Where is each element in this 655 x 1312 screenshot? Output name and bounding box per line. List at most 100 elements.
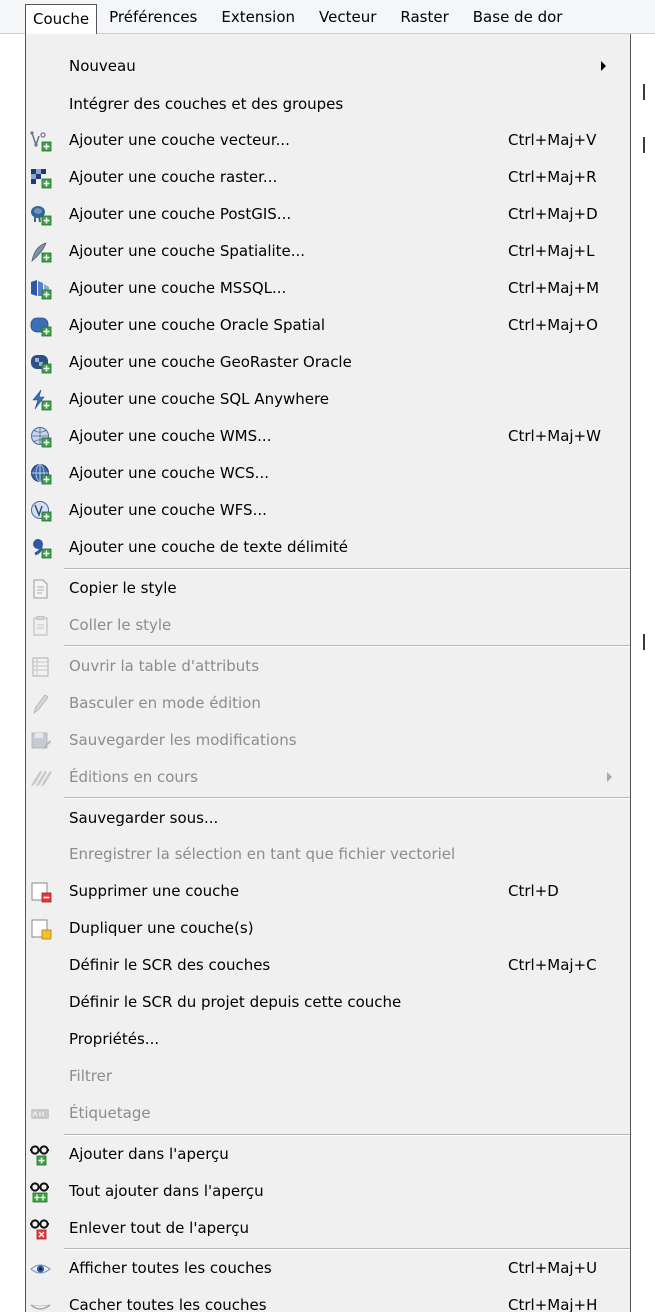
vector-layer-icon xyxy=(30,131,52,152)
georaster-oracle-icon xyxy=(31,355,52,374)
menu-item-label: Ajouter une couche WFS... xyxy=(69,501,267,519)
menu-item-hide-all-layers[interactable]: Cacher toutes les couches Ctrl+Maj+H xyxy=(26,1287,630,1312)
menu-item-add-spatialite[interactable]: Ajouter une couche Spatialite... Ctrl+Ma… xyxy=(26,233,630,270)
menu-item-label: Ajouter une couche PostGIS... xyxy=(69,205,292,223)
menu-item-add-sqlanywhere[interactable]: Ajouter une couche SQL Anywhere xyxy=(26,381,630,418)
menu-item-label: Ajouter une couche GeoRaster Oracle xyxy=(69,353,352,371)
menu-item-add-to-overview[interactable]: Ajouter dans l'aperçu xyxy=(26,1136,630,1173)
menu-item-add-mssql[interactable]: Ajouter une couche MSSQL... Ctrl+Maj+M xyxy=(26,270,630,307)
shortcut-label: Ctrl+Maj+D xyxy=(508,205,598,223)
menu-item-properties[interactable]: Propriétés... xyxy=(26,1021,630,1058)
menu-item-integrer[interactable]: Intégrer des couches et des groupes xyxy=(26,86,630,123)
menu-item-label: Ouvrir la table d'attributs xyxy=(69,657,260,675)
menu-item-label: Enlever tout de l'aperçu xyxy=(69,1219,249,1237)
background-right xyxy=(631,34,655,1312)
shortcut-label: Ctrl+Maj+R xyxy=(508,168,597,186)
background-mark xyxy=(643,634,645,650)
menu-item-label: Basculer en mode édition xyxy=(69,694,261,712)
shortcut-label: Ctrl+Maj+W xyxy=(508,427,601,445)
menu-bar: Couche Préférences Extension Vecteur Ras… xyxy=(0,0,655,34)
delimited-text-comma-icon xyxy=(33,539,52,559)
menu-item-set-layer-crs[interactable]: Définir le SCR des couches Ctrl+Maj+C xyxy=(26,947,630,984)
menu-item-label: Ajouter une couche raster... xyxy=(69,168,278,186)
current-edits-pencils-icon xyxy=(31,771,52,787)
menu-item-add-oracle[interactable]: Ajouter une couche Oracle Spatial Ctrl+M… xyxy=(26,307,630,344)
menu-item-add-postgis[interactable]: Ajouter une couche PostGIS... Ctrl+Maj+D xyxy=(26,196,630,233)
menu-item-remove-all-from-overview[interactable]: Enlever tout de l'aperçu xyxy=(26,1210,630,1247)
menu-item-toggle-editing[interactable]: Basculer en mode édition xyxy=(26,685,630,722)
overview-glasses-add-all-icon xyxy=(30,1182,49,1203)
background-mark xyxy=(643,84,645,100)
menu-base-de-donnees[interactable]: Base de dor xyxy=(461,2,575,32)
menu-item-filter[interactable]: Filtrer xyxy=(26,1058,630,1095)
menu-item-current-edits[interactable]: Éditions en cours xyxy=(26,759,630,796)
menu-item-add-georaster[interactable]: Ajouter une couche GeoRaster Oracle xyxy=(26,344,630,381)
oracle-spatial-icon xyxy=(30,317,52,337)
menu-item-label: Ajouter une couche de texte délimité xyxy=(69,538,348,556)
menu-item-add-wcs[interactable]: Ajouter une couche WCS... xyxy=(26,455,630,492)
menu-item-label: Propriétés... xyxy=(69,1030,160,1048)
menu-item-save-selection[interactable]: Enregistrer la sélection en tant que fic… xyxy=(26,836,630,873)
copy-style-icon xyxy=(33,579,48,599)
app-window: Couche Préférences Extension Vecteur Ras… xyxy=(0,0,655,1312)
menu-item-add-wms[interactable]: Ajouter une couche WMS... Ctrl+Maj+W xyxy=(26,418,630,455)
menu-item-save-as[interactable]: Sauvegarder sous... xyxy=(26,800,630,837)
shortcut-label: Ctrl+D xyxy=(508,882,559,900)
menu-item-add-all-to-overview[interactable]: Tout ajouter dans l'aperçu xyxy=(26,1173,630,1210)
closed-eye-icon xyxy=(30,1304,51,1310)
remove-layer-icon xyxy=(31,882,52,903)
menu-item-label: Étiquetage xyxy=(69,1104,151,1122)
menu-item-label: Coller le style xyxy=(69,616,172,634)
background-left xyxy=(0,34,22,1312)
menu-item-label: Cacher toutes les couches xyxy=(69,1296,267,1312)
menu-item-label: Supprimer une couche xyxy=(69,882,240,900)
menu-item-label: Dupliquer une couche(s) xyxy=(69,919,254,937)
menu-extension[interactable]: Extension xyxy=(209,2,307,32)
menu-item-labeling[interactable]: Étiquetage xyxy=(26,1095,630,1132)
menu-separator xyxy=(64,645,630,647)
pencil-icon xyxy=(33,694,49,715)
menu-item-duplicate-layer[interactable]: Dupliquer une couche(s) xyxy=(26,910,630,947)
menu-item-label: Définir le SCR du projet depuis cette co… xyxy=(69,993,402,1011)
mssql-icon xyxy=(31,280,52,300)
wms-globe-icon xyxy=(31,427,52,448)
background-mark xyxy=(643,137,645,153)
submenu-arrow-icon xyxy=(607,772,612,782)
menu-item-paste-style[interactable]: Coller le style xyxy=(26,607,630,644)
raster-layer-icon xyxy=(31,169,52,189)
menu-vecteur[interactable]: Vecteur xyxy=(307,2,388,32)
shortcut-label: Ctrl+Maj+M xyxy=(508,279,600,297)
menu-item-label: Ajouter dans l'aperçu xyxy=(69,1145,229,1163)
menu-item-label: Sauvegarder sous... xyxy=(69,809,219,827)
menu-item-remove-layer[interactable]: Supprimer une couche Ctrl+D xyxy=(26,873,630,910)
menu-item-attribute-table[interactable]: Ouvrir la table d'attributs xyxy=(26,648,630,685)
menu-preferences[interactable]: Préférences xyxy=(97,2,209,32)
attribute-table-icon xyxy=(32,657,49,677)
menu-item-set-project-crs[interactable]: Définir le SCR du projet depuis cette co… xyxy=(26,984,630,1021)
eye-icon xyxy=(30,1264,51,1274)
shortcut-label: Ctrl+Maj+O xyxy=(508,316,598,334)
menu-item-add-vector[interactable]: Ajouter une couche vecteur... Ctrl+Maj+V xyxy=(26,122,630,159)
menu-item-copy-style[interactable]: Copier le style xyxy=(26,570,630,607)
menu-item-label: Nouveau xyxy=(69,57,136,75)
menu-item-save-edits[interactable]: Sauvegarder les modifications xyxy=(26,722,630,759)
menu-item-label: Ajouter une couche WMS... xyxy=(69,427,272,445)
menu-item-label: Ajouter une couche MSSQL... xyxy=(69,279,287,297)
menu-item-nouveau[interactable]: Nouveau xyxy=(26,48,630,85)
shortcut-label: Ctrl+Maj+U xyxy=(508,1259,598,1277)
layer-menu-dropdown: Nouveau Intégrer des couches et des grou… xyxy=(25,34,631,1312)
menu-item-label: Copier le style xyxy=(69,579,177,597)
shortcut-label: Ctrl+Maj+V xyxy=(508,131,597,149)
menu-item-label: Ajouter une couche Oracle Spatial xyxy=(69,316,326,334)
menu-item-label: Ajouter une couche WCS... xyxy=(69,464,269,482)
sql-anywhere-lightning-icon xyxy=(32,389,52,411)
menu-couche[interactable]: Couche xyxy=(25,3,98,34)
overview-glasses-remove-icon xyxy=(30,1219,49,1240)
menu-raster[interactable]: Raster xyxy=(388,2,460,32)
overview-glasses-add-icon xyxy=(30,1145,49,1166)
menu-item-add-delimited-text[interactable]: Ajouter une couche de texte délimité xyxy=(26,529,630,566)
menu-item-add-raster[interactable]: Ajouter une couche raster... Ctrl+Maj+R xyxy=(26,159,630,196)
menu-item-add-wfs[interactable]: Ajouter une couche WFS... xyxy=(26,492,630,529)
menu-item-show-all-layers[interactable]: Afficher toutes les couches Ctrl+Maj+U xyxy=(26,1250,630,1287)
menu-item-label: Filtrer xyxy=(69,1067,112,1085)
